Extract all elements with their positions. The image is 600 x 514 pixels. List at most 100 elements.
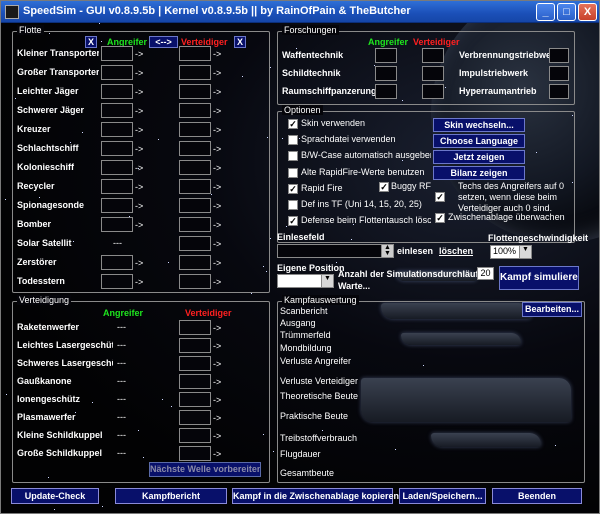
fleet-ship-defender-input[interactable] bbox=[179, 103, 211, 118]
defense-defender-input[interactable] bbox=[179, 338, 211, 353]
fleet-ship-attacker-input[interactable] bbox=[101, 65, 133, 80]
battle-eval-label: Verluste Verteidiger bbox=[280, 376, 359, 386]
quit-button[interactable]: Beenden bbox=[492, 488, 582, 504]
defense-legend: Verteidigung bbox=[17, 295, 72, 305]
research-attacker-input[interactable] bbox=[375, 66, 397, 81]
clear-input-button[interactable]: löschen bbox=[439, 246, 473, 256]
fleet-ship-attacker-input[interactable] bbox=[101, 255, 133, 270]
defense-defender-input[interactable] bbox=[179, 446, 211, 461]
defense-attacker-placeholder: --- bbox=[117, 412, 126, 422]
fleet-legend: Flotte bbox=[17, 25, 44, 35]
swap-button[interactable]: <--> bbox=[149, 36, 178, 48]
fleet-ship-defender-input[interactable] bbox=[179, 255, 211, 270]
sim-runs-input[interactable]: 20 bbox=[477, 267, 494, 280]
fleet-ship-defender-input[interactable] bbox=[179, 46, 211, 61]
arrow-icon: -> bbox=[135, 106, 144, 116]
clear-attacker-button[interactable]: X bbox=[85, 36, 97, 48]
clear-defender-button[interactable]: X bbox=[234, 36, 246, 48]
research-defender-input[interactable] bbox=[422, 84, 444, 99]
input-textarea[interactable] bbox=[277, 244, 394, 258]
read-in-button[interactable]: einlesen bbox=[397, 246, 433, 256]
battle-report-button[interactable]: Kampfbericht bbox=[115, 488, 227, 504]
fleet-ship-attacker-input[interactable] bbox=[101, 103, 133, 118]
drive-research-input[interactable] bbox=[549, 84, 569, 99]
defense-defender-input[interactable] bbox=[179, 428, 211, 443]
fleet-ship-attacker-input[interactable] bbox=[101, 198, 133, 213]
fleet-ship-defender-input[interactable] bbox=[179, 236, 211, 251]
close-button[interactable]: X bbox=[578, 3, 597, 21]
fleet-ship-defender-input[interactable] bbox=[179, 274, 211, 289]
buggy-rf-checkbox[interactable]: ✓ bbox=[379, 182, 389, 192]
drive-research-input[interactable] bbox=[549, 66, 569, 81]
buggy-rf-label: Buggy RF bbox=[391, 181, 432, 191]
next-wave-button[interactable]: Nächste Welle vorbereiten bbox=[149, 462, 261, 477]
star bbox=[251, 293, 252, 294]
fleet-ship-defender-input[interactable] bbox=[179, 122, 211, 137]
fleet-ship-defender-input[interactable] bbox=[179, 160, 211, 175]
choose-language-button[interactable]: Choose Language bbox=[433, 134, 525, 148]
chevron-down-icon: ▼ bbox=[321, 275, 333, 287]
defense-defender-input[interactable] bbox=[179, 320, 211, 335]
skin-change-button[interactable]: Skin wechseln... bbox=[433, 118, 525, 132]
arrow-icon: -> bbox=[213, 106, 222, 116]
defense-attacker-placeholder: --- bbox=[117, 340, 126, 350]
fleet-ship-attacker-input[interactable] bbox=[101, 46, 133, 61]
edit-button[interactable]: Bearbeiten... bbox=[522, 302, 582, 317]
fleet-speed-select[interactable]: 100% ▼ bbox=[490, 245, 532, 259]
research-defender-input[interactable] bbox=[422, 48, 444, 63]
fleet-ship-defender-input[interactable] bbox=[179, 65, 211, 80]
fleet-ship-defender-input[interactable] bbox=[179, 84, 211, 99]
star bbox=[273, 451, 274, 452]
techs-zero-checkbox[interactable]: ✓ bbox=[435, 192, 445, 202]
option-checkbox[interactable] bbox=[288, 200, 298, 210]
fleet-ship-attacker-input[interactable] bbox=[101, 84, 133, 99]
input-scrollbar[interactable]: ▲ ▼ bbox=[381, 244, 394, 258]
fleet-ship-defender-input[interactable] bbox=[179, 198, 211, 213]
fleet-ship-defender-input[interactable] bbox=[179, 179, 211, 194]
fleet-ship-attacker-input[interactable] bbox=[101, 274, 133, 289]
fleet-ship-attacker-input[interactable] bbox=[101, 179, 133, 194]
research-group: Forschungen Angreifer Verteidiger Waffen… bbox=[277, 25, 575, 105]
copy-clipboard-button[interactable]: Kampf in die Zwischenablage kopieren bbox=[232, 488, 399, 504]
research-attacker-input[interactable] bbox=[375, 84, 397, 99]
title-bar[interactable]: SpeedSim - GUI v0.8.9.5b | Kernel v0.8.9… bbox=[1, 1, 599, 23]
fleet-ship-attacker-input[interactable] bbox=[101, 141, 133, 156]
defense-defender-input[interactable] bbox=[179, 374, 211, 389]
fleet-ship-attacker-input[interactable] bbox=[101, 217, 133, 232]
fleet-ship-attacker-input[interactable] bbox=[101, 122, 133, 137]
option-checkbox[interactable]: ✓ bbox=[288, 119, 298, 129]
load-save-button[interactable]: Laden/Speichern... bbox=[399, 488, 486, 504]
balance-button[interactable]: Bilanz zeigen bbox=[433, 166, 525, 180]
drive-research-input[interactable] bbox=[549, 48, 569, 63]
option-checkbox[interactable] bbox=[288, 151, 298, 162]
defense-defender-input[interactable] bbox=[179, 392, 211, 407]
arrow-icon: -> bbox=[135, 258, 144, 268]
option-checkbox[interactable]: ✓ bbox=[288, 183, 298, 194]
maximize-button[interactable]: □ bbox=[557, 3, 576, 21]
app-icon bbox=[5, 5, 19, 19]
research-label: Schildtechnik bbox=[282, 68, 341, 78]
arrow-icon: -> bbox=[135, 125, 144, 135]
clipboard-watch-checkbox[interactable]: ✓ bbox=[435, 213, 445, 223]
defense-defender-input[interactable] bbox=[179, 410, 211, 425]
fleet-ship-label: Recycler bbox=[17, 181, 55, 191]
star bbox=[270, 67, 271, 68]
fleet-ship-defender-input[interactable] bbox=[179, 217, 211, 232]
research-attacker-input[interactable] bbox=[375, 48, 397, 63]
simulate-button[interactable]: Kampf simulieren bbox=[499, 266, 579, 290]
defense-label: Leichtes Lasergeschütz bbox=[17, 340, 113, 350]
arrow-icon: -> bbox=[135, 220, 144, 230]
fleet-ship-attacker-input[interactable] bbox=[101, 160, 133, 175]
research-defender-input[interactable] bbox=[422, 66, 444, 81]
option-checkbox[interactable] bbox=[288, 167, 298, 178]
update-check-button[interactable]: Update-Check bbox=[11, 488, 99, 504]
option-checkbox[interactable] bbox=[288, 135, 298, 146]
input-field-label: Einlesefeld bbox=[277, 232, 325, 242]
own-position-select[interactable]: ▼ bbox=[277, 274, 334, 288]
fleet-ship-defender-input[interactable] bbox=[179, 141, 211, 156]
minimize-button[interactable]: _ bbox=[536, 3, 555, 21]
option-checkbox[interactable]: ✓ bbox=[288, 216, 298, 227]
show-now-button[interactable]: Jetzt zeigen bbox=[433, 150, 525, 164]
defense-defender-input[interactable] bbox=[179, 356, 211, 371]
research-label: Waffentechnik bbox=[282, 50, 344, 60]
